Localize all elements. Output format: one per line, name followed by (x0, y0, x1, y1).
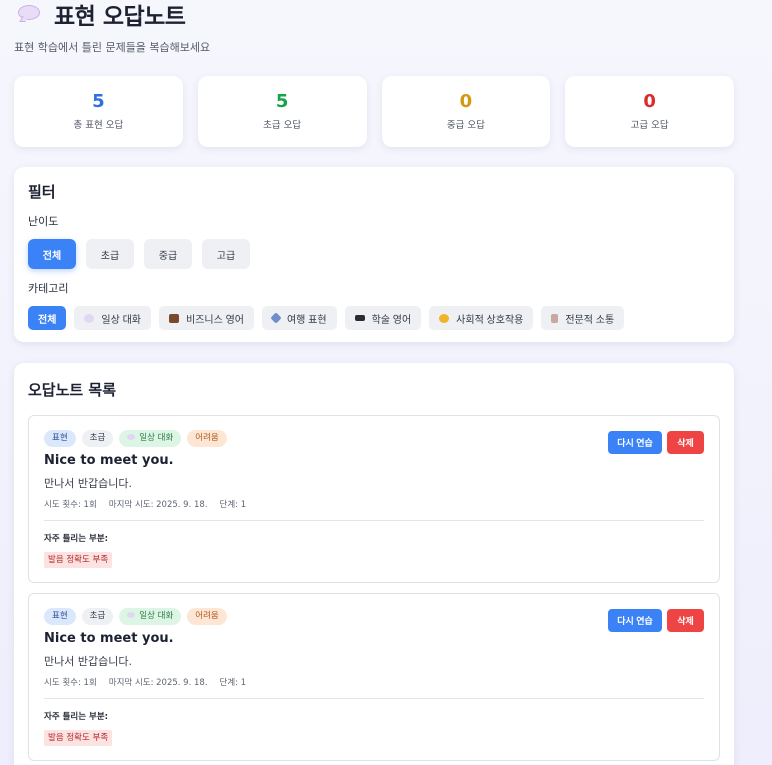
stage: 단계: 1 (219, 678, 247, 688)
category-option-label: 비즈니스 영어 (186, 314, 244, 326)
speech-bubble-icon (18, 5, 42, 23)
category-option-daily[interactable]: 일상 대화 (74, 306, 151, 330)
stat-label: 중급 오답 (446, 120, 485, 131)
note-list-title: 오답노트 목록 (28, 381, 117, 399)
page: 표현 오답노트 표현 학습에서 틀린 문제들을 복습해보세요 5 총 표현 오답… (14, 0, 734, 765)
stats-row: 5 총 표현 오답 5 초급 오답 0 중급 오답 0 고급 오답 (14, 76, 734, 147)
briefcase-icon (169, 313, 179, 323)
note-actions: 다시 연습 삭제 (608, 609, 704, 632)
category-filter: 전체 일상 대화 비즈니스 영어 여행 표현 학술 영어 사회적 상호작용 전문… (28, 306, 720, 330)
weak-point-tag: 발음 정확도 부족 (44, 730, 113, 746)
note-english: Nice to meet you. (44, 453, 174, 468)
weak-points: 발음 정확도 부족 (44, 730, 704, 746)
note-english: Nice to meet you. (44, 631, 174, 646)
difficulty-option-advanced[interactable]: 고급 (202, 239, 250, 269)
category-tag: 일상 대화 (119, 608, 182, 625)
note-list-panel: 오답노트 목록 표현 초급 일상 대화 어려움 다시 연습 삭제 Nice to… (14, 363, 734, 765)
type-tag: 표현 (44, 430, 76, 447)
note-korean: 만나서 반갑습니다. (44, 655, 132, 668)
delete-button[interactable]: 삭제 (667, 609, 704, 632)
difficulty-tag: 어려움 (187, 608, 227, 625)
category-option-label: 전체 (38, 314, 57, 326)
page-subtitle: 표현 학습에서 틀린 문제들을 복습해보세요 (14, 41, 211, 54)
attempt-count: 시도 횟수: 1회 (44, 678, 97, 688)
weak-points-label: 자주 틀리는 부분: (44, 534, 109, 544)
divider (44, 698, 704, 699)
difficulty-label: 난이도 (28, 215, 59, 228)
category-option-all[interactable]: 전체 (28, 306, 67, 330)
attempt-count: 시도 횟수: 1회 (44, 500, 97, 510)
weak-point-tag: 발음 정확도 부족 (44, 552, 113, 568)
category-option-social[interactable]: 사회적 상호작용 (429, 306, 534, 330)
level-tag: 초급 (81, 608, 114, 625)
weak-points-label: 자주 틀리는 부분: (44, 712, 109, 722)
filter-panel: 필터 난이도 전체 초급 중급 고급 카테고리 전체 일상 대화 비즈니스 영어… (14, 167, 734, 342)
last-attempt: 마지막 시도: 2025. 9. 18. (108, 500, 208, 510)
stat-card-intermediate: 0 중급 오답 (381, 76, 551, 147)
level-tag: 초급 (81, 430, 114, 447)
speech-bubble-icon (84, 313, 95, 323)
note-actions: 다시 연습 삭제 (608, 431, 704, 454)
note-card: 표현 초급 일상 대화 어려움 다시 연습 삭제 Nice to meet yo… (28, 593, 720, 761)
note-tags: 표현 초급 일상 대화 어려움 (44, 430, 704, 447)
difficulty-tag: 어려움 (187, 430, 227, 447)
delete-button[interactable]: 삭제 (667, 431, 704, 454)
graduation-cap-icon (354, 315, 365, 321)
category-tag: 일상 대화 (119, 430, 182, 447)
stat-label: 총 표현 오답 (73, 120, 124, 131)
filter-title: 필터 (28, 183, 56, 201)
stat-card-advanced: 0 고급 오답 (565, 76, 734, 147)
weak-points: 발음 정확도 부족 (44, 552, 704, 568)
note-meta: 시도 횟수: 1회 마지막 시도: 2025. 9. 18. 단계: 1 (44, 498, 704, 510)
stat-value: 5 (275, 91, 289, 112)
note-meta: 시도 횟수: 1회 마지막 시도: 2025. 9. 18. 단계: 1 (44, 676, 704, 688)
category-option-professional[interactable]: 전문적 소통 (541, 306, 625, 330)
stage: 단계: 1 (219, 500, 247, 510)
category-option-travel[interactable]: 여행 표현 (261, 306, 337, 330)
airplane-icon (270, 312, 282, 324)
stat-card-beginner: 5 초급 오답 (197, 76, 367, 147)
category-tag-label: 일상 대화 (139, 433, 174, 443)
stat-card-total: 5 총 표현 오답 (14, 76, 183, 147)
page-title: 표현 오답노트 (54, 4, 186, 30)
stat-value: 5 (92, 91, 105, 112)
last-attempt: 마지막 시도: 2025. 9. 18. (108, 678, 208, 688)
note-korean: 만나서 반갑습니다. (44, 477, 132, 490)
divider (44, 520, 704, 521)
category-tag-label: 일상 대화 (139, 611, 174, 621)
stat-value: 0 (459, 91, 473, 112)
category-option-label: 전문적 소통 (565, 314, 615, 326)
stat-label: 초급 오답 (263, 120, 302, 131)
difficulty-option-beginner[interactable]: 초급 (86, 239, 134, 269)
category-option-academic[interactable]: 학술 영어 (344, 306, 422, 330)
note-tags: 표현 초급 일상 대화 어려움 (44, 608, 704, 625)
retry-button[interactable]: 다시 연습 (608, 431, 662, 454)
difficulty-filter: 전체 초급 중급 고급 (28, 239, 720, 269)
stat-label: 고급 오답 (630, 120, 669, 131)
category-option-label: 사회적 상호작용 (456, 314, 524, 326)
note-card: 표현 초급 일상 대화 어려움 다시 연습 삭제 Nice to meet yo… (28, 415, 720, 583)
speech-bubble-icon (127, 612, 136, 618)
difficulty-option-intermediate[interactable]: 중급 (144, 239, 192, 269)
category-option-label: 여행 표현 (286, 314, 327, 326)
handshake-icon (439, 313, 450, 323)
type-tag: 표현 (44, 608, 76, 625)
stat-value: 0 (643, 91, 656, 112)
retry-button[interactable]: 다시 연습 (608, 609, 662, 632)
category-label: 카테고리 (28, 282, 69, 295)
header: 표현 오답노트 (14, 0, 734, 30)
office-building-icon (551, 313, 559, 323)
category-option-business[interactable]: 비즈니스 영어 (159, 306, 254, 330)
category-option-label: 일상 대화 (101, 314, 141, 326)
speech-bubble-icon (127, 434, 136, 440)
difficulty-option-all[interactable]: 전체 (28, 239, 76, 269)
category-option-label: 학술 영어 (371, 314, 412, 326)
